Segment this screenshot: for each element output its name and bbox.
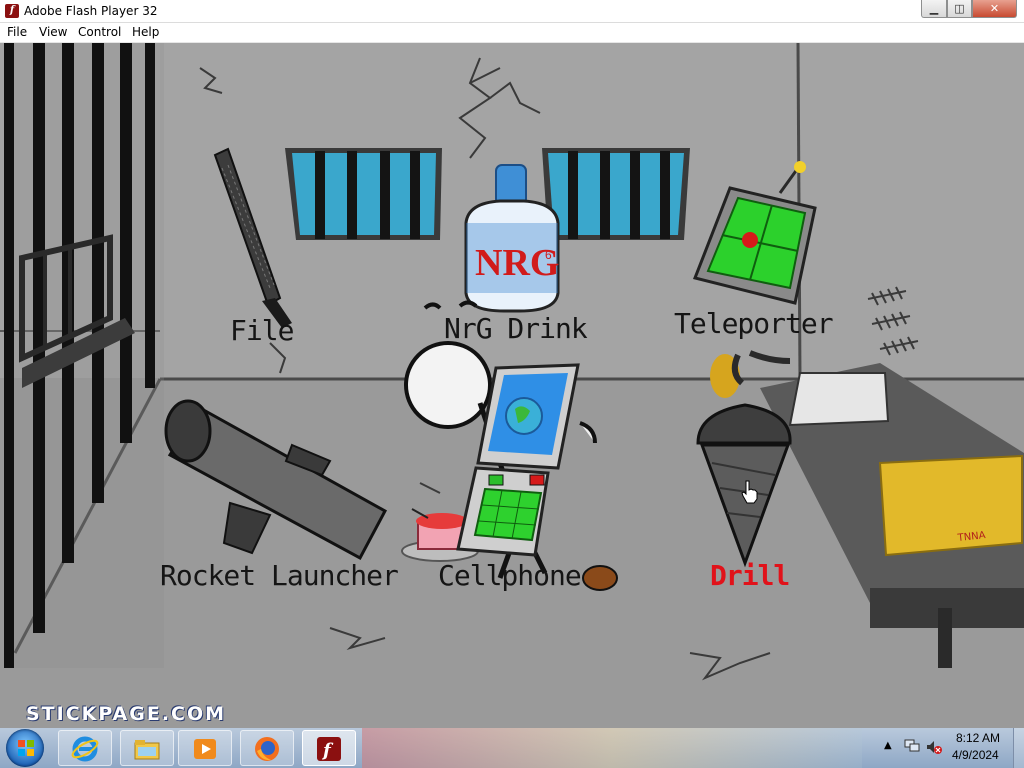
file-explorer-icon	[134, 740, 160, 760]
menu-control[interactable]: Control	[78, 25, 121, 39]
prison-cell-scene: TNNA NRG 6	[0, 43, 1024, 728]
internet-explorer-icon	[71, 736, 99, 762]
taskbar-firefox[interactable]	[240, 730, 294, 766]
taskbar-internet-explorer[interactable]	[58, 730, 112, 766]
show-desktop-button[interactable]	[1013, 728, 1024, 768]
menu-help[interactable]: Help	[132, 25, 159, 39]
flash-game-stage[interactable]: TNNA NRG 6 File NrG Drink Teleporter Roc…	[0, 43, 1024, 728]
taskbar-media-player[interactable]	[178, 730, 232, 766]
item-label-drill[interactable]: Drill	[710, 559, 790, 592]
item-label-file[interactable]: File	[230, 314, 294, 347]
item-label-rocket-launcher[interactable]: Rocket Launcher	[160, 559, 399, 592]
show-hidden-icons-arrow[interactable]: ▲	[884, 740, 892, 751]
taskbar-glow	[362, 728, 862, 768]
svg-text:6: 6	[545, 248, 552, 262]
clock-date[interactable]: 4/9/2024	[952, 748, 999, 762]
restore-button[interactable]: ◫	[947, 0, 972, 18]
menu-view[interactable]: View	[39, 25, 67, 39]
flash-player-icon: f	[317, 737, 341, 761]
stickpage-watermark[interactable]: STICKPAGE.COM	[26, 703, 226, 725]
flash-player-app-icon: f	[5, 4, 19, 18]
taskbar-file-explorer[interactable]	[120, 730, 174, 766]
window-titlebar[interactable]: f Adobe Flash Player 32 ▁ ◫ ✕	[0, 0, 1024, 23]
yellow-box	[878, 454, 1023, 557]
menu-file[interactable]: File	[7, 25, 27, 39]
minimize-button[interactable]: ▁	[921, 0, 947, 18]
item-label-teleporter[interactable]: Teleporter	[674, 307, 834, 340]
window-title: Adobe Flash Player 32	[24, 4, 158, 18]
item-label-cellphone[interactable]: Cellphone	[438, 559, 582, 592]
system-tray: ▲ 8:12 AM 4/9/2024	[864, 728, 1024, 768]
taskbar-flash-player[interactable]: f	[302, 730, 356, 766]
item-label-nrg-drink[interactable]: NrG Drink	[444, 312, 588, 345]
cell-window-left	[285, 148, 442, 240]
start-button[interactable]	[6, 729, 44, 767]
media-player-icon	[194, 739, 216, 759]
network-icon[interactable]	[904, 739, 920, 753]
taskbar: f ▲ 8:12 AM 4/9/2024	[0, 728, 1024, 768]
volume-muted-icon[interactable]	[926, 739, 942, 755]
close-button[interactable]: ✕	[972, 0, 1017, 18]
menu-bar: File View Control Help	[0, 23, 1024, 43]
cell-window-right	[542, 148, 690, 240]
windows-logo-icon	[18, 740, 34, 756]
clock-time[interactable]: 8:12 AM	[956, 731, 1000, 745]
firefox-icon	[255, 737, 279, 761]
